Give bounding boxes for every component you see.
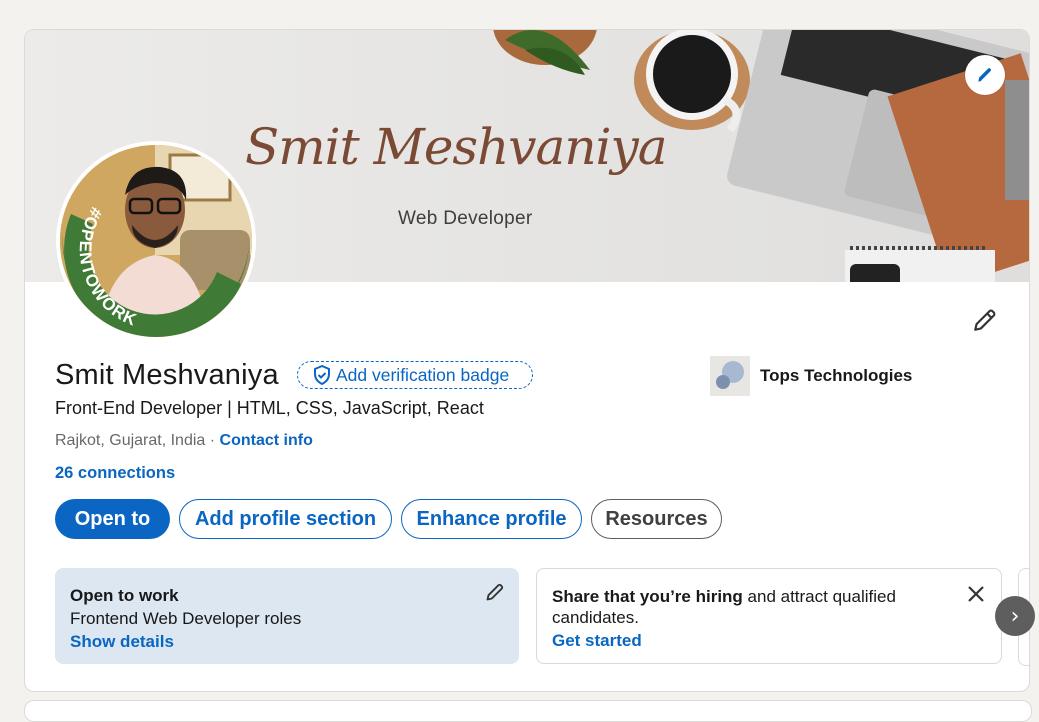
location-text: Rajkot, Gujarat, India	[55, 432, 206, 449]
resources-button[interactable]: Resources	[591, 499, 722, 539]
company-logo-icon	[716, 361, 744, 389]
open-to-work-title: Open to work	[70, 586, 179, 605]
contact-info-link[interactable]: Contact info	[220, 432, 313, 449]
connections-link[interactable]: 26 connections	[55, 464, 175, 483]
current-company[interactable]: Tops Technologies	[710, 356, 912, 396]
pencil-icon	[486, 583, 504, 601]
dismiss-hiring-card-button[interactable]	[967, 585, 985, 608]
open-to-work-card: Open to work Frontend Web Developer role…	[55, 568, 519, 664]
company-name: Tops Technologies	[760, 366, 913, 385]
add-verification-badge-button[interactable]: Add verification badge	[297, 361, 533, 389]
edit-open-to-work-button[interactable]	[485, 582, 505, 607]
avatar: #OPENTOWORK	[60, 145, 252, 337]
profile-name: Smit Meshvaniya	[55, 359, 279, 391]
pencil-icon	[978, 68, 991, 82]
next-section-card	[24, 700, 1032, 722]
banner-title: Smit Meshvaniya	[245, 118, 668, 176]
get-started-link[interactable]: Get started	[552, 631, 986, 651]
add-profile-section-button[interactable]: Add profile section	[179, 499, 392, 539]
open-to-work-roles: Frontend Web Developer roles	[70, 609, 302, 628]
svg-text:#OPENTOWORK: #OPENTOWORK	[76, 204, 140, 330]
open-to-work-frame-text: #OPENTOWORK	[76, 204, 139, 330]
open-to-button[interactable]: Open to	[55, 499, 170, 539]
edit-banner-button[interactable]	[965, 55, 1005, 95]
profile-headline: Front-End Developer | HTML, CSS, JavaScr…	[55, 398, 484, 418]
chevron-right-icon: ›	[1010, 603, 1020, 629]
shield-check-icon	[314, 365, 330, 385]
profile-photo[interactable]: #OPENTOWORK	[56, 141, 256, 341]
enhance-profile-button[interactable]: Enhance profile	[401, 499, 582, 539]
verify-label: Add verification badge	[336, 364, 510, 385]
banner-subtitle: Web Developer	[398, 208, 533, 229]
location-separator: ·	[205, 432, 220, 449]
close-icon	[968, 586, 984, 602]
hiring-message: Share that you’re hiring and attract qua…	[552, 586, 922, 628]
location-line: Rajkot, Gujarat, India · Contact info	[55, 432, 313, 450]
hiring-bold-text: Share that you’re hiring	[552, 587, 743, 606]
carousel-next-button[interactable]: ›	[995, 596, 1035, 636]
pencil-icon	[974, 309, 996, 331]
hiring-card: Share that you’re hiring and attract qua…	[536, 568, 1002, 664]
edit-intro-button[interactable]	[972, 307, 998, 333]
profile-intro-card: Smit Meshvaniya Web Developer #OPENTOWOR…	[24, 29, 1030, 692]
open-to-work-frame: #OPENTOWORK	[60, 204, 249, 337]
company-logo	[710, 356, 750, 396]
show-details-link[interactable]: Show details	[70, 632, 504, 652]
